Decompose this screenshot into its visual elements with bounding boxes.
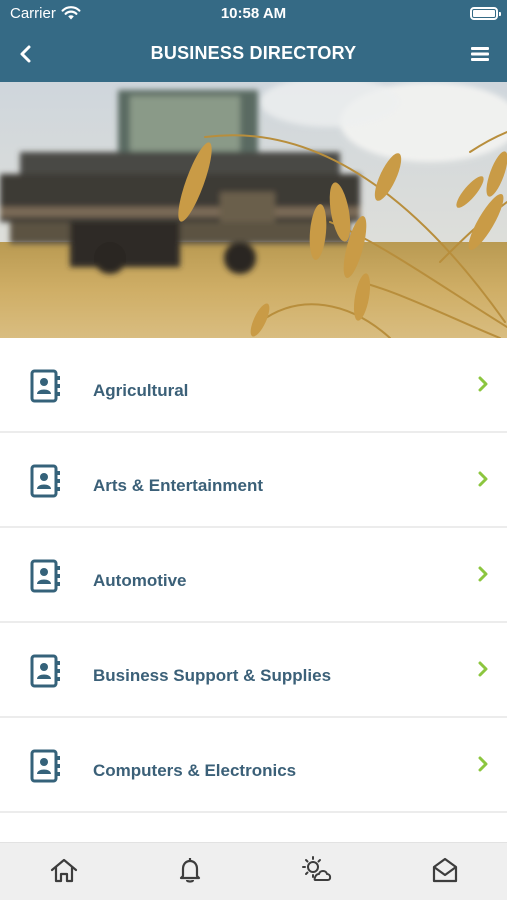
address-book-icon — [30, 464, 60, 498]
category-label: Computers & Electronics — [93, 761, 297, 780]
status-bar: Carrier 10:58 AM — [0, 0, 507, 28]
category-label: Arts & Entertainment — [93, 476, 264, 495]
list-item[interactable]: Computers & Electronics — [0, 718, 507, 813]
home-icon[interactable] — [48, 855, 80, 885]
page-title: BUSINESS DIRECTORY — [150, 43, 357, 63]
list-item[interactable]: Agricultural — [0, 338, 507, 433]
list-item[interactable]: Arts & Entertainment — [0, 433, 507, 528]
list-item[interactable]: Business Support & Supplies — [0, 623, 507, 718]
address-book-icon — [30, 749, 60, 783]
address-book-icon — [30, 654, 60, 688]
category-label: Automotive — [93, 571, 187, 590]
list-item-partial[interactable] — [0, 813, 507, 843]
bottom-tab-bar — [0, 842, 507, 900]
battery-icon — [470, 7, 501, 20]
wheat-field-photo — [0, 82, 507, 338]
chevron-right-icon — [478, 471, 488, 487]
chevron-right-icon — [478, 756, 488, 772]
mail-icon[interactable] — [429, 855, 461, 885]
clock: 10:58 AM — [220, 5, 287, 22]
chevron-right-icon — [478, 661, 488, 677]
app-header: Carrier 10:58 AM BUSINESS DIRECTORY — [0, 0, 507, 82]
category-label: Agricultural — [93, 381, 189, 400]
list-item[interactable]: Automotive — [0, 528, 507, 623]
category-label: Business Support & Supplies — [93, 666, 332, 685]
weather-icon[interactable] — [301, 855, 333, 885]
chevron-right-icon — [478, 376, 488, 392]
nav-bar: BUSINESS DIRECTORY — [0, 28, 507, 82]
address-book-icon — [30, 559, 60, 593]
chevron-right-icon — [478, 566, 488, 582]
hero-image — [0, 82, 507, 338]
bell-icon[interactable] — [174, 855, 206, 885]
hamburger-menu-icon[interactable] — [467, 42, 493, 66]
address-book-icon — [30, 369, 60, 403]
